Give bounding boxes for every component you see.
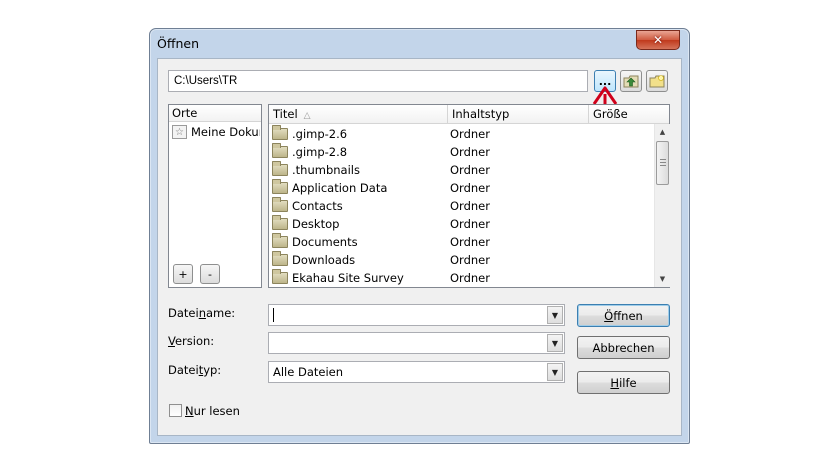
close-button[interactable]: ✕	[636, 30, 680, 50]
file-name: Downloads	[292, 253, 356, 267]
chevron-down-icon[interactable]: ▼	[547, 363, 563, 381]
folder-icon	[272, 125, 288, 140]
file-name: .gimp-2.8	[292, 145, 348, 159]
file-type: Ordner	[450, 235, 490, 249]
table-row[interactable]: .thumbnails Ordner	[269, 161, 655, 179]
filetype-label: Dateityp:	[168, 363, 222, 377]
table-row[interactable]: .gimp-2.6 Ordner	[269, 125, 655, 143]
places-item-documents[interactable]: ☆ Meine Dokumente	[172, 124, 260, 140]
places-header: Orte	[169, 105, 261, 122]
file-name: .thumbnails	[292, 163, 360, 177]
sort-ascending-icon: △	[303, 111, 311, 121]
places-item-label: Meine Dokumente	[191, 125, 260, 139]
table-row[interactable]: Ekahau Site Survey Ordner	[269, 269, 655, 287]
thumb-grip	[660, 159, 666, 160]
readonly-label[interactable]: Nur lesen	[185, 404, 240, 420]
favorite-star-icon: ☆	[172, 125, 187, 139]
file-type: Ordner	[450, 253, 490, 267]
file-type: Ordner	[450, 199, 490, 213]
open-button[interactable]: Öffnen	[577, 304, 670, 327]
table-row[interactable]: Desktop Ordner	[269, 215, 655, 233]
file-type: Ordner	[450, 127, 490, 141]
scroll-thumb[interactable]	[656, 141, 669, 185]
file-type: Ordner	[450, 217, 490, 231]
folder-icon	[272, 197, 288, 212]
file-type: Ordner	[450, 181, 490, 195]
places-panel: Orte ☆ Meine Dokumente	[168, 104, 262, 288]
dialog-title: Öffnen	[157, 36, 199, 51]
help-button[interactable]: Hilfe	[577, 371, 670, 394]
file-name: Ekahau Site Survey	[292, 271, 404, 285]
folder-icon	[272, 179, 288, 194]
table-row[interactable]: .gimp-2.8 Ordner	[269, 143, 655, 161]
vertical-scrollbar[interactable]: ▲ ▼	[654, 124, 670, 287]
remove-place-button[interactable]: -	[200, 264, 220, 284]
table-row[interactable]: Contacts Ordner	[269, 197, 655, 215]
thumb-grip	[660, 165, 666, 166]
path-input[interactable]	[168, 70, 588, 92]
new-folder-button[interactable]	[646, 70, 668, 92]
filename-label: Dateiname:	[168, 306, 236, 320]
column-header-title[interactable]: Titel △	[269, 105, 448, 124]
new-folder-icon	[649, 75, 665, 88]
column-header-size[interactable]: Größe	[589, 105, 669, 124]
filename-combobox[interactable]: ▼	[268, 304, 565, 326]
folder-icon	[272, 161, 288, 176]
folder-icon	[272, 269, 288, 284]
file-name: Application Data	[292, 181, 388, 195]
filetype-value: Alle Dateien	[273, 365, 344, 379]
up-folder-icon	[623, 75, 639, 88]
file-type: Ordner	[450, 145, 490, 159]
folder-icon	[272, 215, 288, 230]
up-folder-button[interactable]	[620, 70, 642, 92]
file-name: Desktop	[292, 217, 340, 231]
folder-icon	[272, 233, 288, 248]
folder-icon	[272, 143, 288, 158]
close-icon: ✕	[652, 33, 664, 47]
readonly-checkbox[interactable]	[169, 404, 182, 417]
table-row[interactable]: Application Data Ordner	[269, 179, 655, 197]
folder-icon	[272, 251, 288, 266]
table-row[interactable]: Documents Ordner	[269, 233, 655, 251]
column-header-type[interactable]: Inhaltstyp	[448, 105, 589, 124]
file-list: Titel △ Inhaltstyp Größe .gimp-2.6 Ordner…	[268, 104, 670, 288]
file-type: Ordner	[450, 271, 490, 285]
cancel-button[interactable]: Abbrechen	[577, 336, 670, 359]
table-row[interactable]: Downloads Ordner	[269, 251, 655, 269]
scroll-down-icon[interactable]: ▼	[655, 271, 670, 286]
thumb-grip	[660, 162, 666, 163]
file-name: Documents	[292, 235, 358, 249]
chevron-down-icon[interactable]: ▼	[547, 334, 563, 352]
file-name: .gimp-2.6	[292, 127, 348, 141]
file-name: Contacts	[292, 199, 343, 213]
version-combobox[interactable]: ▼	[268, 332, 565, 354]
version-label: Version:	[168, 334, 215, 348]
chevron-down-icon[interactable]: ▼	[547, 306, 563, 324]
add-place-button[interactable]: +	[173, 264, 193, 284]
file-type: Ordner	[450, 163, 490, 177]
text-caret	[273, 308, 274, 322]
column-title-label: Titel	[273, 107, 298, 121]
filetype-combobox[interactable]: Alle Dateien ▼	[268, 361, 565, 383]
scroll-up-icon[interactable]: ▲	[655, 124, 670, 139]
